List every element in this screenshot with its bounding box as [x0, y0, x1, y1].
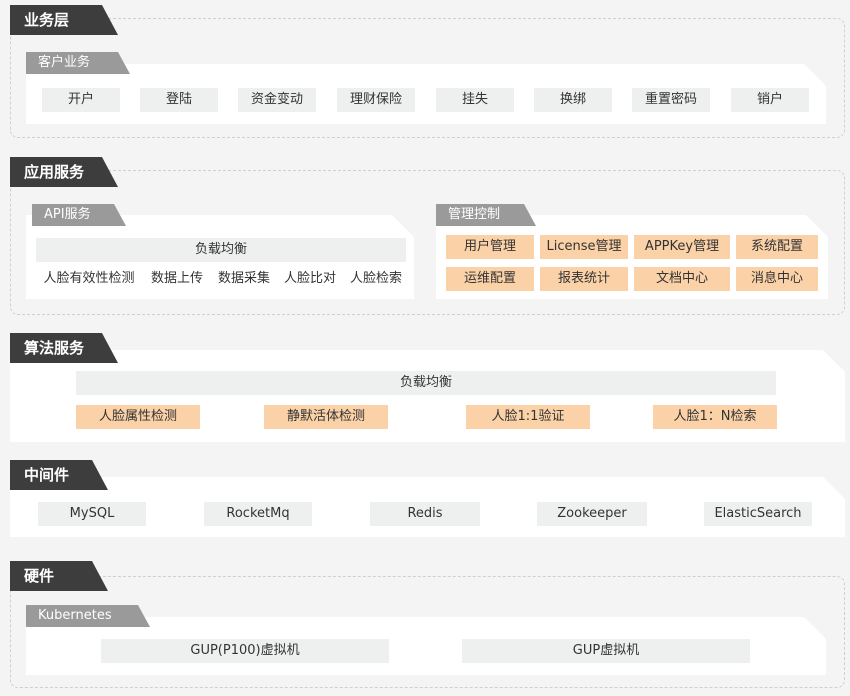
console-item: License管理: [540, 235, 628, 259]
business-layer-title: 业务层: [10, 5, 118, 35]
algo-layer-title: 算法服务: [10, 333, 118, 363]
api-item: 数据采集: [217, 271, 270, 286]
business-item: 挂失: [436, 88, 514, 112]
console-item: 系统配置: [736, 235, 818, 259]
hardware-layer-title: 硬件: [10, 561, 108, 591]
business-item: 销户: [731, 88, 809, 112]
api-load-balancer: 负载均衡: [36, 238, 406, 262]
hardware-item: GUP虚拟机: [462, 639, 750, 663]
app-layer-title: 应用服务: [10, 157, 118, 187]
middleware-item: Zookeeper: [537, 502, 647, 526]
api-item: 数据上传: [150, 271, 203, 286]
algo-item: 静默活体检测: [264, 405, 388, 429]
middleware-item: Redis: [370, 502, 480, 526]
middleware-item: ElasticSearch: [704, 502, 812, 526]
business-item: 资金变动: [238, 88, 316, 112]
algo-item: 人脸属性检测: [76, 405, 200, 429]
console-item: 文档中心: [634, 267, 730, 291]
algo-load-balancer: 负载均衡: [76, 371, 776, 395]
console-item: 运维配置: [446, 267, 534, 291]
console-item: 消息中心: [736, 267, 818, 291]
console-item: APPKey管理: [634, 235, 730, 259]
hardware-item: GUP(P100)虚拟机: [101, 639, 389, 663]
business-item: 登陆: [140, 88, 218, 112]
console-group-label: 管理控制台: [436, 204, 536, 244]
algo-item: 人脸1：N检索: [653, 405, 777, 429]
business-item: 开户: [42, 88, 120, 112]
console-item: 报表统计: [540, 267, 628, 291]
middleware-item: RocketMq: [204, 502, 312, 526]
middleware-layer-title: 中间件: [10, 460, 108, 490]
kubernetes-label: Kubernetes: [26, 605, 150, 627]
api-item: 人脸有效性检测: [43, 271, 135, 286]
business-group-label: 客户业务: [26, 52, 130, 74]
middleware-item: MySQL: [38, 502, 146, 526]
business-item: 理财保险: [337, 88, 415, 112]
api-item: 人脸比对: [283, 271, 336, 286]
business-item: 换绑: [534, 88, 612, 112]
algo-item: 人脸1:1验证: [466, 405, 590, 429]
api-group-label: API服务: [32, 204, 126, 226]
console-item: 用户管理: [446, 235, 534, 259]
business-item: 重置密码: [632, 88, 710, 112]
api-item: 人脸检索: [349, 271, 402, 286]
